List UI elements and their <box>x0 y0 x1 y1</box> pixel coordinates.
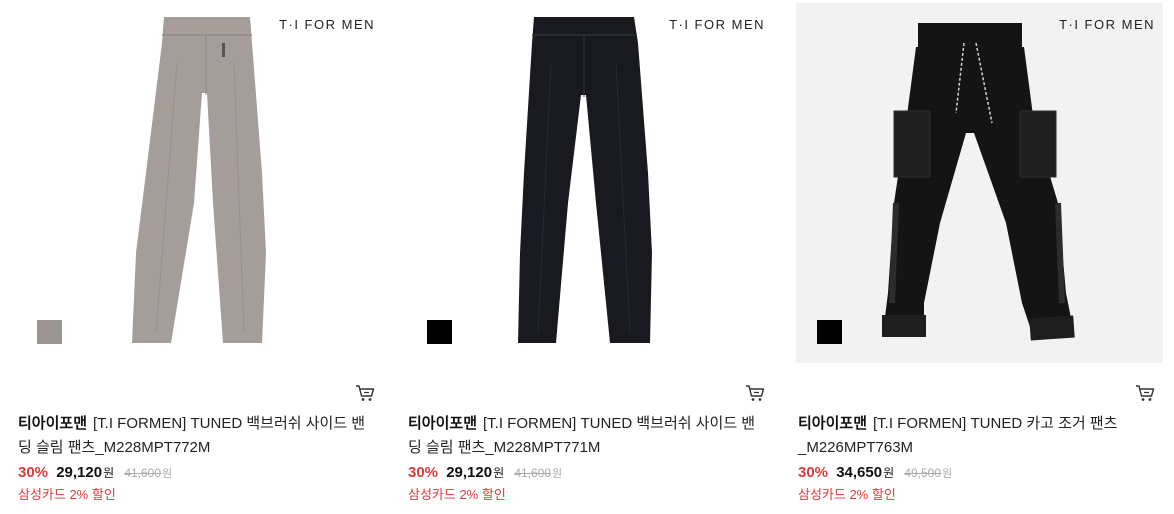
product-image[interactable]: T·I FOR MEN <box>406 3 773 363</box>
product-info[interactable]: 티아이포맨 [T.I FORMEN] TUNED 백브러쉬 사이드 밴딩 슬림 팬… <box>408 412 763 504</box>
sale-price: 34,650 <box>836 464 883 481</box>
original-currency: 원 <box>162 468 173 480</box>
product-info[interactable]: 티아이포맨 [T.I FORMEN] TUNED 백브러쉬 사이드 밴딩 슬림 팬… <box>18 412 373 504</box>
original-price: 49,500 <box>904 466 942 480</box>
cart-icon[interactable] <box>1135 384 1155 402</box>
slim-pants-image <box>132 17 266 343</box>
card-promo: 삼성카드 2% 할인 <box>18 487 116 502</box>
product-title[interactable]: 티아이포맨 [T.I FORMEN] TUNED 백브러쉬 사이드 밴딩 슬림 팬… <box>408 412 763 460</box>
discount-rate: 30% <box>18 464 49 481</box>
product-card[interactable]: T·I FOR MEN 티아이포맨 [T.I FORMEN] TUNED 백브러쉬… <box>16 0 383 514</box>
product-card[interactable]: T·I FOR MEN 티아이포맨 [T.I FORMEN] TUNED 백브러쉬… <box>406 0 773 514</box>
color-swatch[interactable] <box>427 320 452 344</box>
pants-shape <box>518 17 652 343</box>
discount-rate: 30% <box>408 464 439 481</box>
product-info[interactable]: 티아이포맨 [T.I FORMEN] TUNED 카고 조거 팬츠_M226MPT… <box>798 412 1153 504</box>
product-grid: T·I FOR MEN 티아이포맨 [T.I FORMEN] TUNED 백브러쉬… <box>0 0 1174 514</box>
sale-price: 29,120 <box>56 464 103 481</box>
original-currency: 원 <box>552 468 563 480</box>
cargo-jogger-image <box>882 23 1075 341</box>
original-price: 41,600 <box>514 466 552 480</box>
product-image[interactable]: T·I FOR MEN <box>796 3 1163 363</box>
pants-shape <box>132 17 266 343</box>
product-brand: 티아이포맨 <box>408 415 478 432</box>
product-card[interactable]: T·I FOR MEN 티아이포맨 [T.I FORMEN] TUNED 카고 조… <box>796 0 1163 514</box>
brand-watermark: T·I FOR MEN <box>669 17 765 32</box>
product-image[interactable]: T·I FOR MEN <box>16 3 383 363</box>
brand-watermark: T·I FOR MEN <box>1059 17 1155 32</box>
pants-shape <box>884 47 1072 333</box>
discount-rate: 30% <box>798 464 829 481</box>
card-promo: 삼성카드 2% 할인 <box>408 487 506 502</box>
cart-icon[interactable] <box>745 384 765 402</box>
cart-icon[interactable] <box>355 384 375 402</box>
original-price: 41,600 <box>124 466 162 480</box>
product-brand: 티아이포맨 <box>18 415 88 432</box>
price-row: 30% 34,650원 49,500원 <box>798 463 1153 484</box>
original-currency: 원 <box>942 468 953 480</box>
product-title[interactable]: 티아이포맨 [T.I FORMEN] TUNED 카고 조거 팬츠_M226MPT… <box>798 412 1153 460</box>
color-swatch[interactable] <box>37 320 62 344</box>
slim-pants-image <box>518 17 652 343</box>
sale-currency: 원 <box>103 466 115 480</box>
price-row: 30% 29,120원 41,600원 <box>408 463 763 484</box>
sale-currency: 원 <box>493 466 505 480</box>
card-promo: 삼성카드 2% 할인 <box>798 487 896 502</box>
color-swatch[interactable] <box>817 320 842 344</box>
sale-currency: 원 <box>883 466 895 480</box>
brand-watermark: T·I FOR MEN <box>279 17 375 32</box>
price-row: 30% 29,120원 41,600원 <box>18 463 373 484</box>
product-title[interactable]: 티아이포맨 [T.I FORMEN] TUNED 백브러쉬 사이드 밴딩 슬림 팬… <box>18 412 373 460</box>
product-brand: 티아이포맨 <box>798 415 868 432</box>
sale-price: 29,120 <box>446 464 493 481</box>
